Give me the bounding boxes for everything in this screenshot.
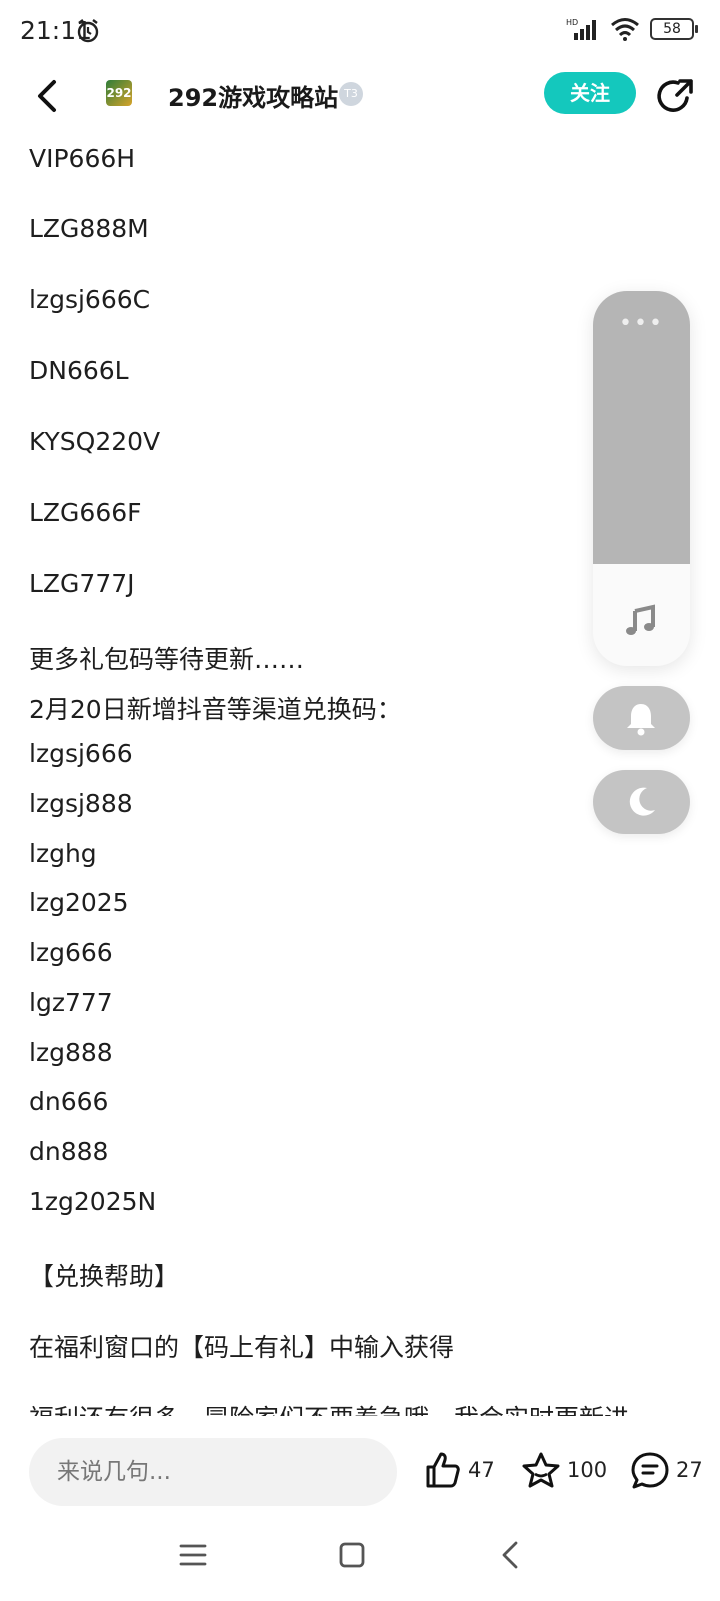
article-line: LZG777J xyxy=(29,569,135,598)
article-line: KYSQ220V xyxy=(29,427,161,456)
article-line: lzgsj666 xyxy=(29,739,133,768)
moon-icon xyxy=(629,787,655,816)
back-button[interactable] xyxy=(30,76,66,116)
article-line: 1zg2025N xyxy=(29,1187,157,1216)
alarm-icon xyxy=(77,19,99,43)
like-count: 47 xyxy=(468,1458,495,1482)
menu-icon[interactable] xyxy=(178,1540,208,1570)
svg-text:HD: HD xyxy=(566,18,578,27)
home-icon[interactable] xyxy=(337,1540,367,1570)
article-line: LZG666F xyxy=(29,498,142,527)
article-content: VIP666H LZG888M lzgsj666C DN666L KYSQ220… xyxy=(29,128,669,1416)
top-nav-bar: 292 292游戏攻略站 T3 关注 xyxy=(0,64,720,128)
level-badge: T3 xyxy=(339,82,363,106)
notification-button[interactable] xyxy=(593,686,690,750)
article-line: lzg666 xyxy=(29,938,113,967)
article-line: lgz777 xyxy=(29,988,113,1017)
system-nav-bar xyxy=(0,1530,720,1601)
article-line: 【兑换帮助】 xyxy=(29,1262,180,1291)
comment-input[interactable] xyxy=(29,1438,397,1506)
favorite-count: 100 xyxy=(567,1458,608,1482)
article-line: dn888 xyxy=(29,1137,109,1166)
article-line: dn666 xyxy=(29,1087,109,1116)
night-mode-button[interactable] xyxy=(593,770,690,834)
like-button[interactable]: 47 xyxy=(422,1450,495,1490)
more-icon[interactable]: ••• xyxy=(593,311,690,336)
comment-icon xyxy=(631,1452,669,1489)
wifi-icon xyxy=(611,18,639,41)
back-nav-icon[interactable] xyxy=(496,1540,526,1570)
floating-control-panel[interactable]: ••• xyxy=(593,291,690,666)
article-line: 2月20日新增抖音等渠道兑换码： xyxy=(29,695,402,724)
favorite-button[interactable]: 100 xyxy=(521,1450,607,1490)
article-line: lzgsj666C xyxy=(29,285,151,314)
article-line: lzghg xyxy=(29,839,97,868)
comment-button[interactable]: 27 xyxy=(630,1450,703,1490)
avatar[interactable]: 292 xyxy=(106,80,132,106)
article-line: VIP666H xyxy=(29,144,136,173)
battery-indicator: 58 xyxy=(650,18,698,40)
status-bar: 21:11 HD 58 xyxy=(0,0,720,64)
page-title[interactable]: 292游戏攻略站 xyxy=(168,78,338,113)
article-line: lzgsj888 xyxy=(29,789,133,818)
article-line: lzg888 xyxy=(29,1038,113,1067)
article-line: 福利还有很多，冒险家们不要着急哦，我会实时更新进 xyxy=(29,1399,629,1416)
bottom-action-bar: 47 100 27 xyxy=(0,1416,720,1506)
share-icon[interactable] xyxy=(656,76,696,116)
article-line: lzg2025 xyxy=(29,888,129,917)
article-line: LZG888M xyxy=(29,214,149,243)
bell-icon xyxy=(627,704,655,736)
article-line: 在福利窗口的【码上有礼】中输入获得 xyxy=(29,1333,455,1362)
comment-count: 27 xyxy=(676,1458,703,1482)
article-line: 更多礼包码等待更新…… xyxy=(29,645,305,674)
signal-icon: HD xyxy=(566,18,596,40)
follow-button[interactable]: 关注 xyxy=(544,72,636,114)
star-icon xyxy=(522,1452,560,1488)
thumbs-up-icon xyxy=(426,1452,460,1488)
article-line: DN666L xyxy=(29,356,129,385)
music-icon[interactable] xyxy=(623,603,659,639)
